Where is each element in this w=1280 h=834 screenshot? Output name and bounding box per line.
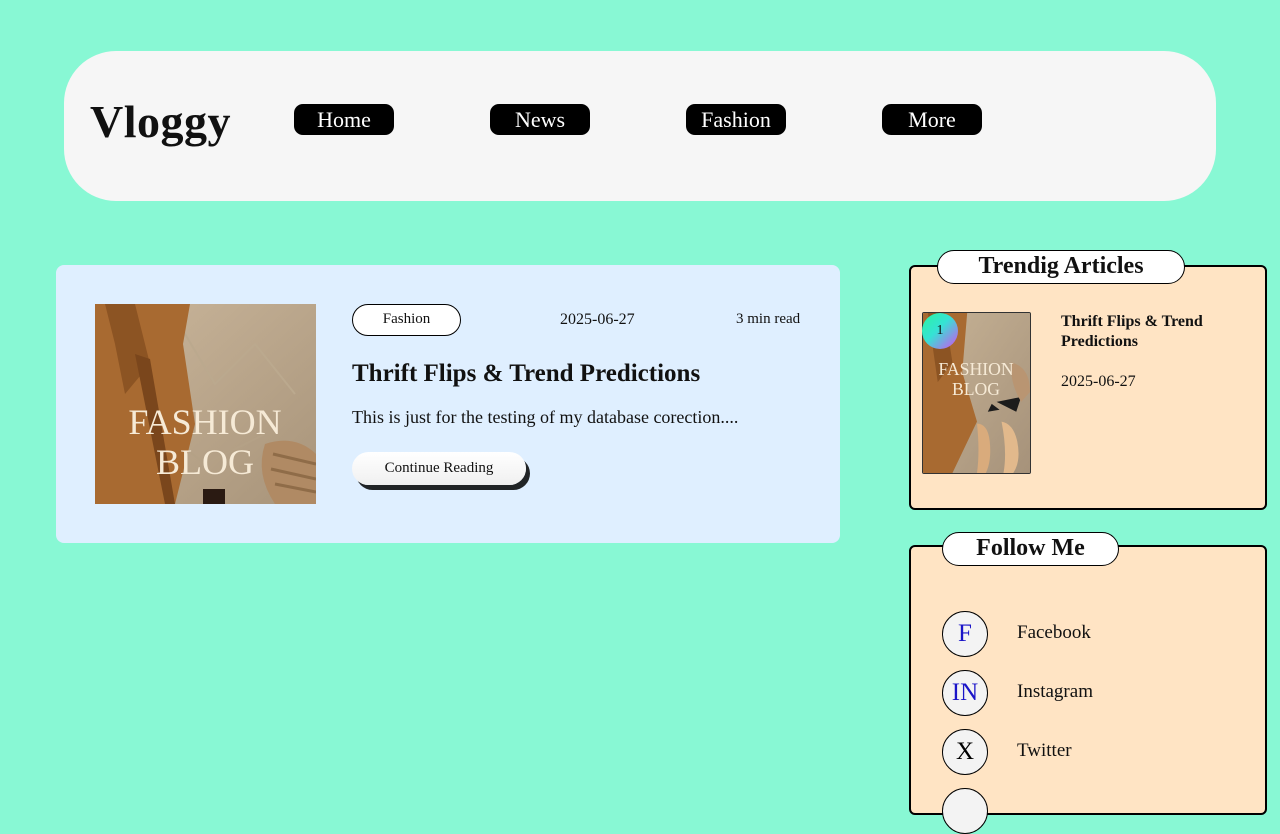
x-twitter-icon[interactable]: X: [942, 729, 988, 775]
fashion-blog-image: FASHION BLOG: [95, 304, 316, 504]
social-icon[interactable]: [942, 788, 988, 834]
thumbnail-text-line1: FASHION: [938, 359, 1013, 379]
trending-articles-box: Trendig Articles FASHION BLOG 1 Thrift F…: [909, 250, 1267, 510]
post-read-time: 3 min read: [736, 311, 801, 327]
facebook-icon[interactable]: F: [942, 611, 988, 657]
social-link-instagram[interactable]: IN Instagram: [942, 670, 1242, 716]
post-title[interactable]: Thrift Flips & Trend Predictions: [352, 360, 700, 388]
site-logo[interactable]: Vloggy: [90, 99, 231, 145]
post-excerpt: This is just for the testing of my datab…: [352, 407, 739, 427]
nav-home[interactable]: Home: [294, 104, 394, 135]
social-label[interactable]: Twitter: [1017, 740, 1072, 762]
social-label[interactable]: Instagram: [1017, 681, 1093, 703]
follow-me-title: Follow Me: [942, 532, 1119, 566]
post-category-tag[interactable]: Fashion: [352, 304, 461, 336]
instagram-icon[interactable]: IN: [942, 670, 988, 716]
trending-article-date: 2025-06-27: [1061, 373, 1136, 390]
continue-reading-button[interactable]: Continue Reading: [352, 452, 526, 485]
nav-news[interactable]: News: [490, 104, 590, 135]
trending-articles-title: Trendig Articles: [937, 250, 1185, 284]
nav-more[interactable]: More: [882, 104, 982, 135]
social-link-facebook[interactable]: F Facebook: [942, 611, 1242, 657]
social-label[interactable]: Facebook: [1017, 622, 1091, 644]
follow-me-box: Follow Me F Facebook IN Instagram X Twit…: [909, 532, 1267, 834]
post-date: 2025-06-27: [560, 311, 635, 328]
site-header: Vloggy Home News Fashion More: [64, 51, 1216, 201]
trending-article-title[interactable]: Thrift Flips & Trend Predictions: [1061, 312, 1251, 352]
social-link-twitter[interactable]: X Twitter: [942, 729, 1242, 775]
post-card: FASHION BLOG Fashion 2025-06-27 3 min re…: [56, 265, 840, 543]
thumbnail-text-line1: FASHION: [128, 402, 281, 442]
trending-rank-badge: 1: [922, 313, 958, 349]
thumbnail-text-line2: BLOG: [156, 442, 254, 482]
nav-fashion[interactable]: Fashion: [686, 104, 786, 135]
post-thumbnail[interactable]: FASHION BLOG: [95, 304, 316, 504]
thumbnail-text-line2: BLOG: [952, 379, 1000, 399]
social-link-more[interactable]: [942, 788, 1242, 834]
